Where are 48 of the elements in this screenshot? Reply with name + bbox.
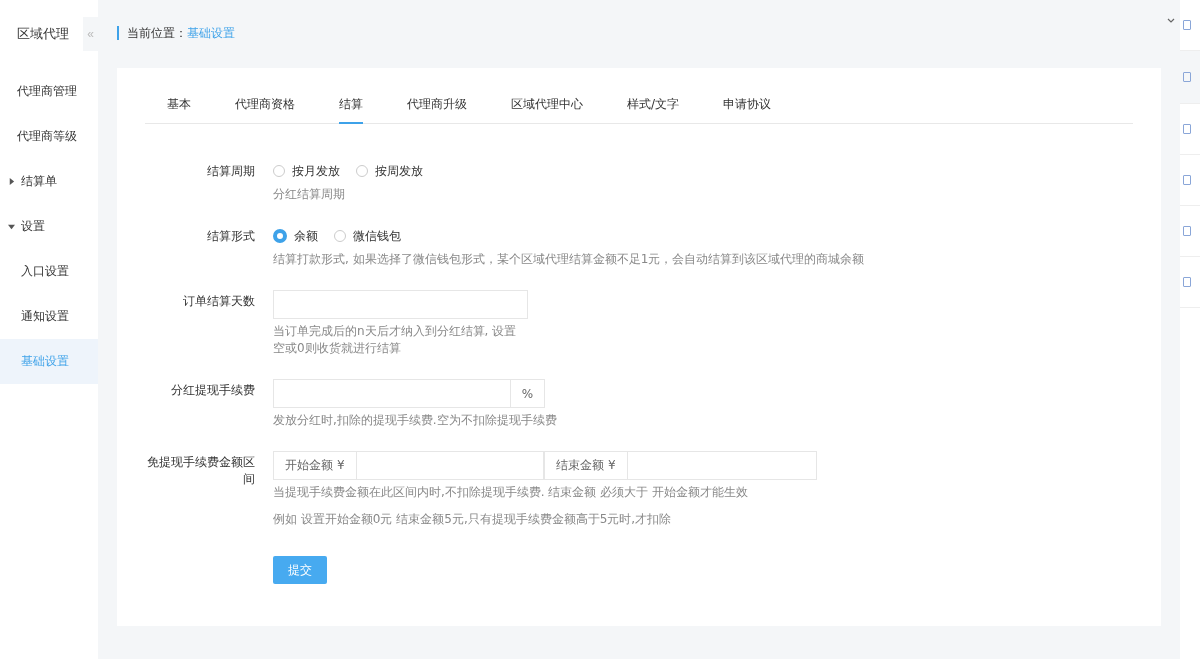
sidebar-item[interactable]: 通知设置: [0, 294, 98, 339]
sidebar-item[interactable]: 代理商等级: [0, 114, 98, 159]
help-text: 当提现手续费金额在此区间内时,不扣除提现手续费. 结束金额 必须大于 开始金额才能生效: [273, 484, 750, 501]
panel-icon[interactable]: [1183, 226, 1191, 236]
radio-option[interactable]: 微信钱包: [334, 227, 401, 245]
tab[interactable]: 代理商资格: [235, 88, 295, 124]
caret-right-icon: [8, 178, 15, 185]
input-field[interactable]: [273, 379, 511, 408]
tab[interactable]: 申请协议: [723, 88, 772, 124]
sidebar-title: 区域代理: [16, 25, 70, 43]
help-text: 发放分红时,扣除的提现手续费.空为不扣除提现手续费: [273, 412, 557, 429]
input-field[interactable]: [628, 451, 817, 480]
field-label: 免提现手续费金额区间: [146, 454, 256, 488]
tab[interactable]: 样式/文字: [627, 88, 680, 124]
panel-icon[interactable]: [1183, 20, 1191, 30]
field-label: 结算周期: [206, 163, 256, 180]
panel-icon[interactable]: [1183, 124, 1191, 134]
help-text: 分红结算周期: [273, 186, 346, 203]
tab[interactable]: 结算: [339, 88, 363, 124]
field-label: 分红提现手续费: [170, 382, 256, 399]
breadcrumb-label: 当前位置：: [127, 24, 187, 42]
panel-icon[interactable]: [1183, 277, 1191, 287]
panel-icon[interactable]: [1183, 72, 1191, 82]
radio-icon[interactable]: [273, 229, 287, 243]
help-text: 例如 设置开始金额0元 结束金额5元,只有提现手续费金额高于5元时,才扣除: [273, 511, 673, 528]
unit-addon: %: [511, 379, 545, 408]
panel-icon[interactable]: [1183, 175, 1191, 185]
sidebar-item[interactable]: 结算单: [0, 159, 98, 204]
sidebar-item[interactable]: 入口设置: [0, 249, 98, 294]
input-field[interactable]: [273, 290, 528, 319]
prefix-addon: 开始金额 ¥: [273, 451, 357, 480]
radio-option[interactable]: 按周发放: [356, 162, 423, 180]
tab[interactable]: 基本: [167, 88, 191, 124]
field-label: 结算形式: [206, 228, 256, 245]
caret-down-icon[interactable]: [1166, 18, 1175, 23]
prefix-addon: 结束金额 ¥: [544, 451, 628, 480]
tab[interactable]: 区域代理中心: [511, 88, 583, 124]
input-field[interactable]: [357, 451, 544, 480]
field-label: 订单结算天数: [182, 293, 256, 310]
sidebar-item[interactable]: 代理商管理: [0, 69, 98, 114]
caret-down-icon: [8, 223, 15, 230]
tab[interactable]: 代理商升级: [407, 88, 467, 124]
radio-option[interactable]: 按月发放: [273, 162, 340, 180]
help-text: 空或0则收货就进行结算: [273, 340, 402, 357]
radio-option[interactable]: 余额: [273, 227, 318, 245]
help-text: 结算打款形式, 如果选择了微信钱包形式，某个区域代理结算金额不足1元，会自动结算到该区域代理的商城余额: [273, 251, 865, 268]
sidebar-item[interactable]: 设置: [0, 204, 98, 249]
help-text: 当订单完成后的n天后才纳入到分红结算, 设置: [273, 323, 518, 340]
